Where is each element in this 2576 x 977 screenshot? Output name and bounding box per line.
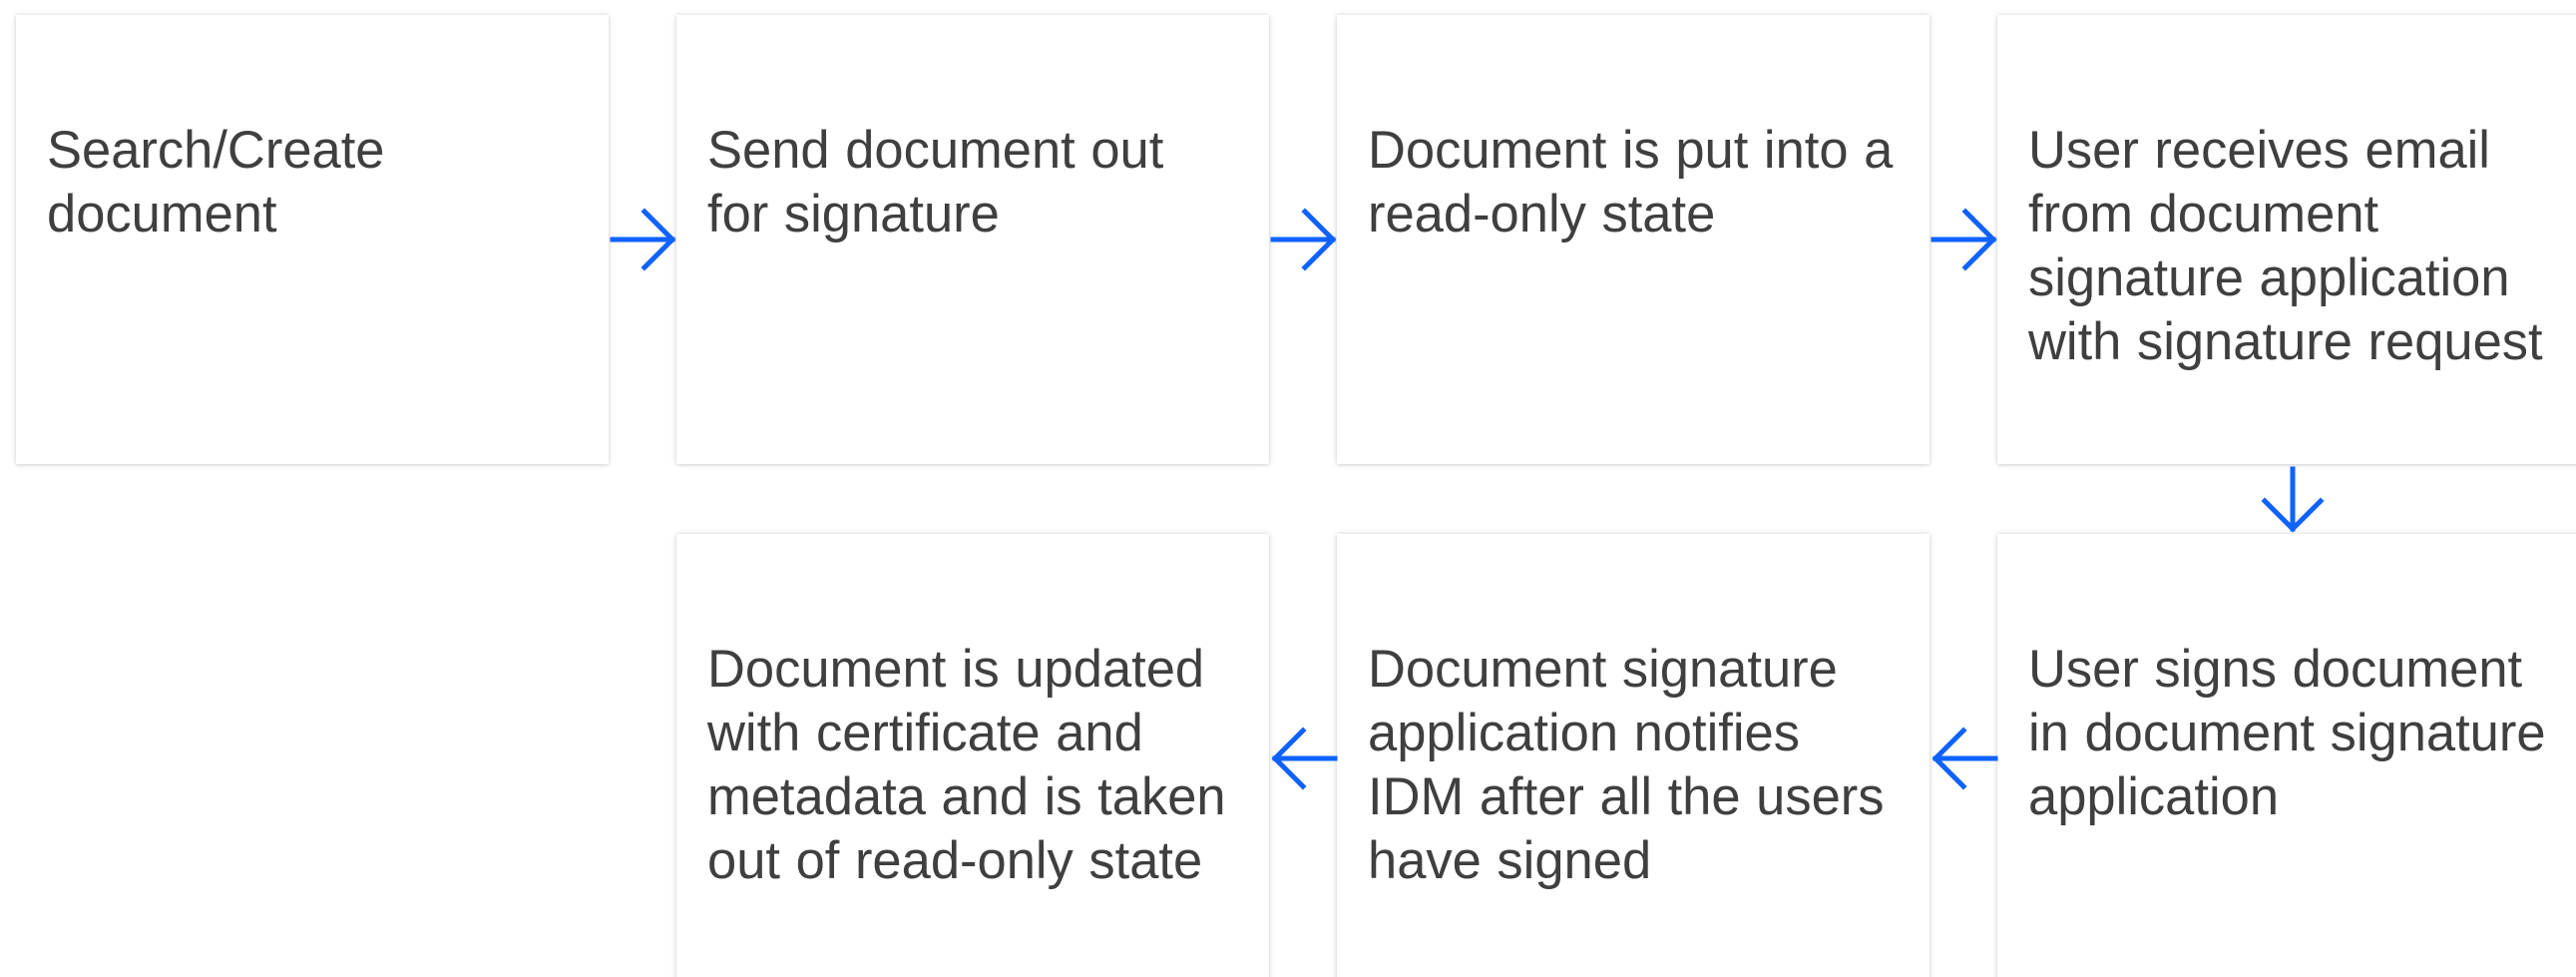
step-label: Document is put into a read-only state (1368, 121, 1894, 244)
step-read-only: Document is put into a read-only state (1337, 15, 1930, 464)
left-arrow-icon (1271, 727, 1338, 790)
right-arrow-icon (1270, 208, 1337, 271)
step-label: Document is updated with certificate and… (707, 640, 1226, 890)
step-receive-email: User receives email from document signat… (1997, 15, 2576, 464)
down-arrow-icon (2261, 466, 2325, 533)
step-label: Document signature application notifies … (1368, 640, 1885, 890)
step-document-updated: Document is updated with certificate and… (676, 534, 1269, 977)
left-arrow-icon (1932, 727, 1998, 790)
step-label: User receives email from document signat… (2028, 121, 2543, 371)
right-arrow-icon (610, 208, 676, 271)
right-arrow-icon (1931, 208, 1997, 271)
step-app-notifies: Document signature application notifies … (1337, 534, 1930, 977)
step-label: User signs document in document signatur… (2028, 640, 2546, 826)
step-send-for-signature: Send document out for signature (676, 15, 1269, 464)
step-user-signs: User signs document in document signatur… (1997, 534, 2576, 977)
step-label: Send document out for signature (707, 121, 1164, 244)
step-search-create: Search/Create document (16, 15, 609, 464)
step-label: Search/Create document (47, 121, 385, 244)
signature-workflow-diagram: Search/Create document Send document out… (0, 0, 2576, 977)
